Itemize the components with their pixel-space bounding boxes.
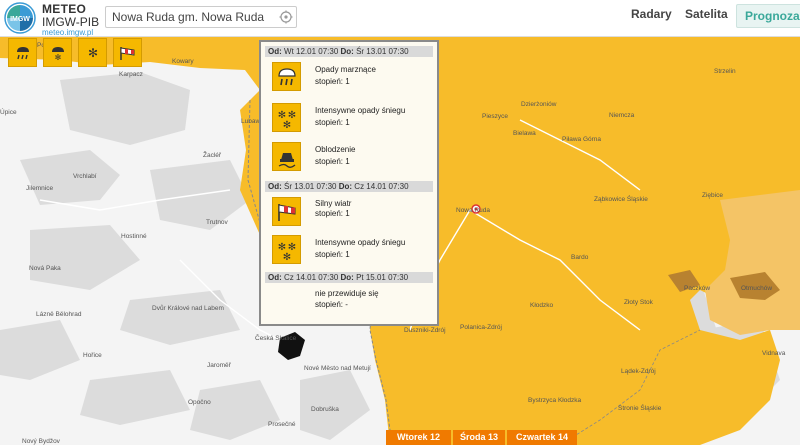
label-pieszyce: Pieszyce (482, 113, 508, 120)
snowfall-icon: ✻ (51, 46, 64, 62)
warning-wind-icon (272, 197, 301, 226)
brand-imgw: IMGW-PIB (42, 15, 100, 29)
label-nove: Nové Město nad Metují (304, 365, 371, 372)
label-vrchlabi: Vrchlabí (73, 173, 97, 180)
brand-url: meteo.imgw.pl (42, 28, 94, 37)
warning-popup[interactable]: Od: Wt 12.01 07:30 Do: Śr 13.01 07:30 Op… (259, 40, 439, 326)
warning-level: stopień: - (315, 300, 348, 309)
label-bardo: Bardo (571, 254, 589, 261)
period-header: Od: Wt 12.01 07:30 Do: Śr 13.01 07:30 (265, 46, 433, 57)
label-klodzko: Kłodzko (530, 302, 554, 309)
strip-wind-icon[interactable] (113, 38, 142, 67)
warning-snowfall-icon: ✻ ✻ ✻ (272, 235, 301, 264)
label-vidnava: Vidnava (762, 350, 786, 357)
brand-text[interactable]: METEO IMGW-PIB meteo.imgw.pl (42, 3, 99, 37)
label-pilawa: Piława Górna (562, 136, 601, 143)
label-ceska: Česká Skalice (255, 333, 297, 342)
label-nowaruda: Nowa Ruda (456, 207, 490, 214)
nav-prognoza[interactable]: Prognoza (736, 4, 800, 28)
warning-level: stopień: 1 (315, 77, 350, 86)
warning-snowfall-icon: ✻ ✻ ✻ (272, 103, 301, 132)
label-opocno: Opočno (188, 399, 211, 406)
warning-name: Intensywne opady śniegu (315, 238, 406, 247)
label-hostinne: Hostinné (121, 233, 147, 240)
warning-name: Oblodzenie (315, 145, 356, 154)
label-dvur: Dvůr Králové nad Labem (152, 304, 224, 312)
label-niemcza: Niemcza (609, 112, 635, 119)
warning-level: stopień: 1 (315, 157, 350, 166)
location-search-input[interactable] (106, 7, 288, 27)
warning-name: nie przewiduje się (315, 289, 379, 298)
label-bystrzyca: Bystrzyca Kłodzka (528, 397, 581, 404)
warning-name: Intensywne opady śniegu (315, 106, 406, 115)
svg-text:✻: ✻ (54, 53, 61, 62)
label-otmuchow: Otmuchów (741, 285, 772, 292)
label-stronie: Stronie Śląskie (618, 403, 662, 412)
strip-snowfall-icon[interactable]: ✻ (43, 38, 72, 67)
label-jaromer: Jaroměř (207, 362, 232, 369)
label-upice: Úpice (0, 107, 17, 116)
label-duszniki: Duszniki-Zdrój (404, 327, 446, 334)
label-dzierzoniow: Dzierżoniów (521, 101, 557, 108)
warning-level: stopień: 1 (315, 250, 350, 259)
snowflake-icon: ✻ (87, 46, 97, 60)
label-zabkowice: Ząbkowice Śląskie (594, 194, 648, 203)
label-jilemnice: Jilemnice (26, 185, 53, 192)
label-ziebice: Ziębice (702, 192, 723, 199)
imgw-logo[interactable]: IMGW (4, 2, 36, 34)
top-bar: IMGW METEO IMGW-PIB meteo.imgw.pl Radary… (0, 0, 800, 37)
label-strzelin: Strzelin (714, 68, 736, 75)
svg-text:IMGW: IMGW (10, 16, 30, 23)
label-kowary: Kowary (172, 58, 194, 65)
label-bielawa: Bielawa (513, 130, 536, 137)
warning-icy-road-icon (272, 142, 301, 171)
label-polanica: Polanica-Zdrój (460, 324, 502, 331)
label-novy: Nový Bydžov (22, 438, 61, 445)
label-karpacz: Karpacz (119, 71, 143, 78)
label-horice: Hořice (83, 352, 102, 359)
nav-radary[interactable]: Radary (631, 7, 672, 21)
label-zloty: Złoty Stok (624, 299, 654, 306)
label-prosecne: Prosečné (268, 421, 296, 428)
day-tab-czwartek[interactable]: Czwartek 14 (507, 430, 577, 445)
period-header: Od: Śr 13.01 07:30 Do: Cz 14.01 07:30 (265, 181, 433, 192)
freezing-rain-icon (16, 46, 29, 59)
locate-me-icon[interactable] (279, 10, 293, 24)
label-zacler: Žacléř (203, 150, 222, 159)
wind-icon (119, 46, 134, 60)
svg-text:✻: ✻ (87, 46, 97, 60)
svg-text:✻: ✻ (282, 120, 290, 129)
label-dobruska: Dobruška (311, 406, 339, 413)
strip-snowflake-icon[interactable]: ✻ (78, 38, 107, 67)
warning-name: Opady marznące (315, 65, 376, 74)
svg-text:✻: ✻ (282, 252, 290, 261)
period-header: Od: Cz 14.01 07:30 Do: Pt 15.01 07:30 (265, 272, 433, 283)
location-search (105, 6, 297, 28)
label-trutnov: Trutnov (206, 219, 229, 226)
day-tab-sroda[interactable]: Środa 13 (453, 430, 505, 445)
label-lazne: Lázně Bělohrad (36, 311, 82, 318)
warning-level: stopień: 1 (315, 209, 350, 218)
strip-freezing-rain-icon[interactable] (8, 38, 37, 67)
nav-satelita[interactable]: Satelita (685, 7, 728, 21)
label-ladek: Lądek-Zdrój (621, 368, 656, 375)
label-novapaka: Nová Paka (29, 265, 61, 272)
warning-freezing-rain-icon (272, 62, 301, 91)
day-tab-wtorek[interactable]: Wtorek 12 (386, 430, 451, 445)
brand-meteo: METEO (42, 2, 87, 16)
warning-level: stopień: 1 (315, 118, 350, 127)
label-paczkow: Paczków (684, 285, 710, 292)
